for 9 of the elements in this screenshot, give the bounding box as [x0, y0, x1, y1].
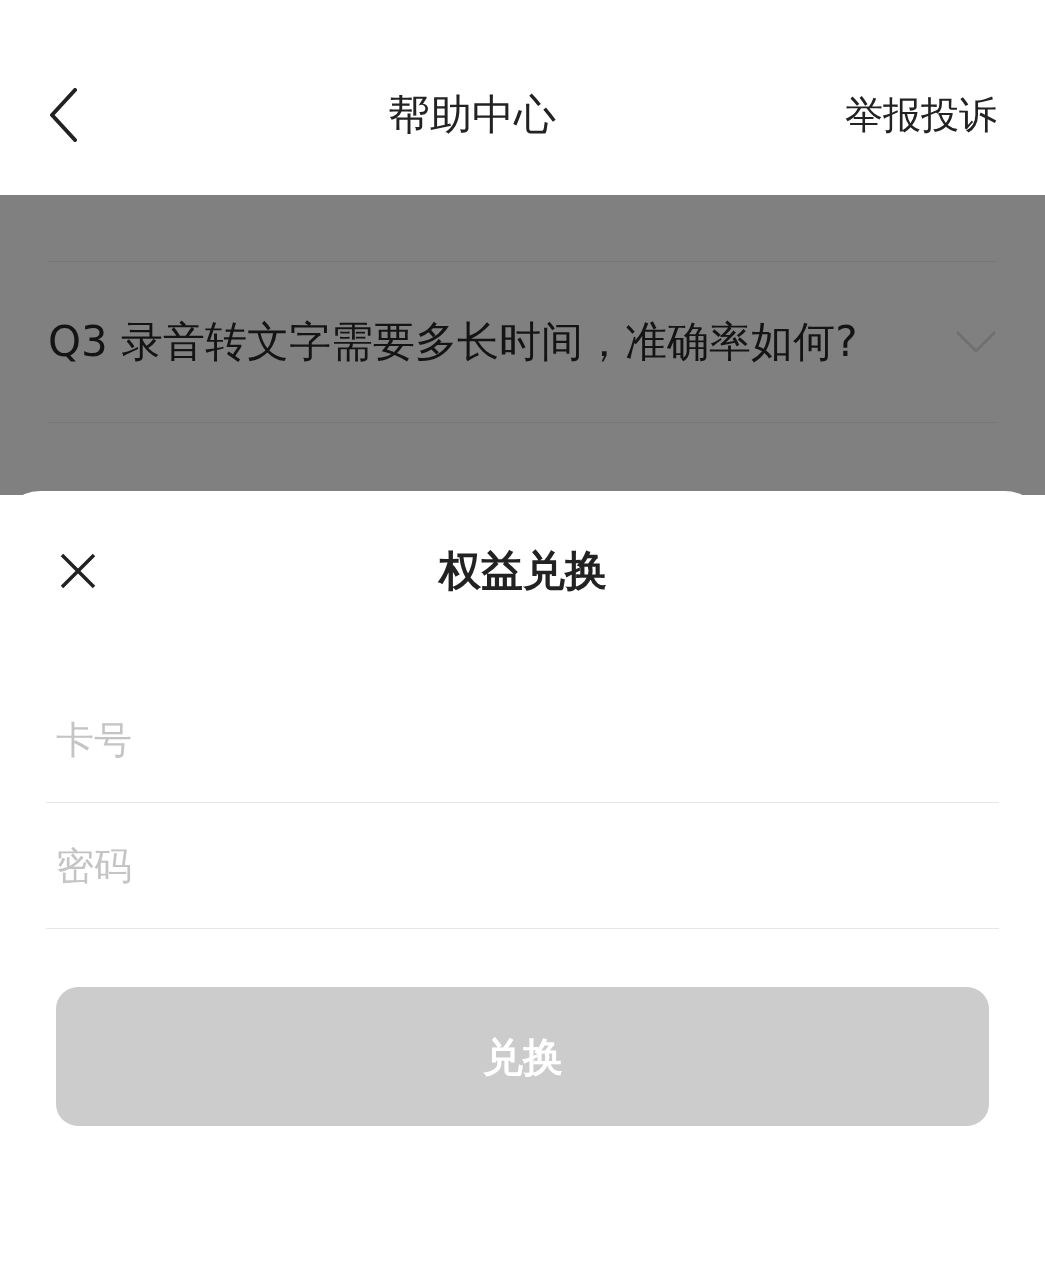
report-link[interactable]: 举报投诉: [845, 96, 997, 134]
page-title: 帮助中心: [387, 94, 556, 136]
input-field[interactable]: 密码: [46, 803, 999, 929]
close-button[interactable]: [60, 553, 96, 589]
sheet-title: 权益兑换: [438, 550, 607, 592]
close-icon: [60, 553, 96, 589]
faq-question[interactable]: Q3 录音转文字需要多长时间，准确率如何?: [48, 312, 878, 372]
input-field[interactable]: 卡号: [46, 677, 999, 803]
back-icon: [48, 88, 78, 142]
